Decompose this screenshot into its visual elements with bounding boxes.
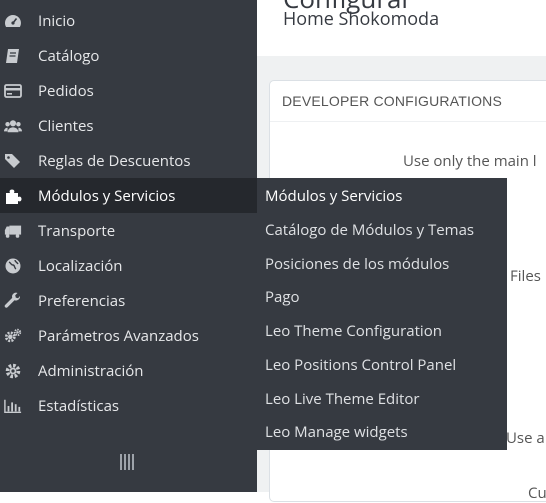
gear-icon bbox=[4, 362, 22, 380]
puzzle-icon bbox=[4, 187, 22, 205]
sidebar-item-clientes[interactable]: Clientes bbox=[0, 108, 257, 143]
sidebar-item-label: Administración bbox=[38, 360, 144, 381]
panel-text: Cust bbox=[528, 483, 546, 503]
sidebar-item-label: Catálogo bbox=[38, 45, 100, 66]
bar-chart-icon bbox=[4, 397, 22, 415]
wrench-icon bbox=[4, 292, 22, 310]
users-icon bbox=[4, 117, 22, 135]
sidebar-item-localizacion[interactable]: Localización bbox=[0, 248, 257, 283]
sidebar-item-administracion[interactable]: Administración bbox=[0, 353, 257, 388]
dashboard-icon bbox=[4, 12, 22, 30]
submenu-item-leo-widgets[interactable]: Leo Manage widgets bbox=[265, 415, 408, 449]
sidebar-item-label: Preferencias bbox=[38, 290, 126, 311]
sidebar-item-label: Inicio bbox=[38, 10, 76, 31]
panel-text: Use only the main l bbox=[403, 151, 537, 171]
book-icon bbox=[4, 47, 22, 65]
sidebar-item-estadisticas[interactable]: Estadísticas bbox=[0, 388, 257, 423]
sidebar: Inicio Catálogo Pedidos Clientes Reglas … bbox=[0, 0, 257, 492]
page-header: Configurar Home Shokomoda bbox=[257, 0, 546, 56]
sidebar-item-label: Módulos y Servicios bbox=[38, 185, 176, 206]
submenu-title[interactable]: Módulos y Servicios bbox=[265, 179, 402, 213]
tags-icon bbox=[4, 152, 22, 170]
submenu-item-catalogo-modulos[interactable]: Catálogo de Módulos y Temas bbox=[265, 213, 474, 247]
sidebar-item-transporte[interactable]: Transporte bbox=[0, 213, 257, 248]
sidebar-item-parametros-avanzados[interactable]: Parámetros Avanzados bbox=[0, 318, 257, 353]
collapse-menu-icon[interactable] bbox=[118, 452, 136, 472]
submenu-item-leo-theme-config[interactable]: Leo Theme Configuration bbox=[265, 314, 442, 348]
sidebar-item-modulos[interactable]: Módulos y Servicios bbox=[0, 178, 257, 213]
submenu-item-posiciones[interactable]: Posiciones de los módulos bbox=[265, 247, 449, 281]
sidebar-item-catalogo[interactable]: Catálogo bbox=[0, 38, 257, 73]
page-subtitle: Home Shokomoda bbox=[283, 7, 440, 31]
sidebar-item-reglas-descuentos[interactable]: Reglas de Descuentos bbox=[0, 143, 257, 178]
globe-icon bbox=[4, 257, 22, 275]
sidebar-item-inicio[interactable]: Inicio bbox=[0, 3, 257, 38]
sidebar-item-pedidos[interactable]: Pedidos bbox=[0, 73, 257, 108]
sidebar-item-label: Clientes bbox=[38, 115, 94, 136]
panel-text: Files bbox=[510, 266, 541, 286]
sidebar-item-label: Parámetros Avanzados bbox=[38, 325, 199, 346]
sidebar-item-label: Estadísticas bbox=[38, 395, 120, 416]
submenu-item-pago[interactable]: Pago bbox=[265, 280, 300, 314]
credit-card-icon bbox=[4, 82, 22, 100]
submenu-modulos: Módulos y Servicios Catálogo de Módulos … bbox=[257, 178, 507, 450]
sidebar-item-preferencias[interactable]: Preferencias bbox=[0, 283, 257, 318]
sidebar-item-label: Reglas de Descuentos bbox=[38, 150, 191, 171]
cogs-icon bbox=[4, 327, 22, 345]
sidebar-item-label: Transporte bbox=[38, 220, 116, 241]
panel-text: Use a bbox=[506, 428, 545, 448]
panel-heading: DEVELOPER CONFIGURATIONS bbox=[270, 81, 546, 122]
submenu-item-leo-live-editor[interactable]: Leo Live Theme Editor bbox=[265, 382, 420, 416]
submenu-item-leo-positions[interactable]: Leo Positions Control Panel bbox=[265, 348, 456, 382]
truck-icon bbox=[4, 222, 22, 240]
sidebar-item-label: Pedidos bbox=[38, 80, 94, 101]
sidebar-item-label: Localización bbox=[38, 255, 123, 276]
